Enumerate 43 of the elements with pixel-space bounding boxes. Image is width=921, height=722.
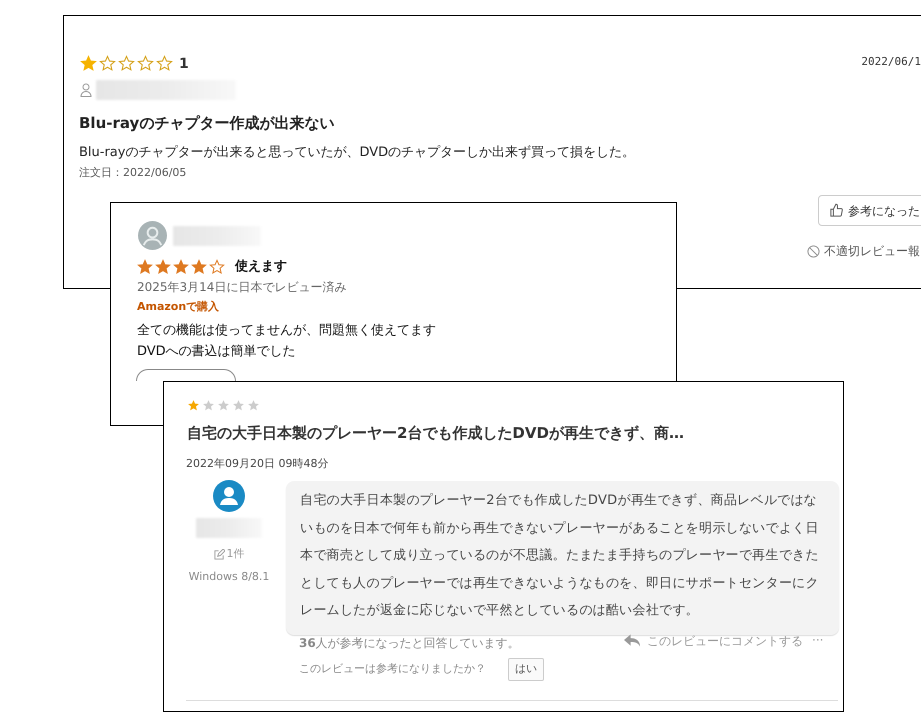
star-icon bbox=[202, 399, 215, 412]
star-icon bbox=[191, 258, 207, 275]
rating-number: 1 bbox=[179, 55, 189, 74]
verified-purchase-label: Amazonで購入 bbox=[137, 299, 220, 315]
order-date: 注文日：2022/06/05 bbox=[79, 165, 186, 181]
os-label: Windows 8/8.1 bbox=[188, 568, 270, 584]
review-body: 自宅の大手日本製のプレーヤー2台でも作成したDVDが再生できず、商品レベルではないものを日本で何年も前から再生できないプレーヤーがあることを明示しないでよく日本で商売として成り立っているのが不思議。たまたま手持ちのプレーヤーで再生できたとしても人のプレーヤーでは再生できないようなものを、即日にサポートセンターにクレームしたが返金に応じないで平然としているのは酷い会社です。 bbox=[286, 481, 839, 634]
review-date: 2022年09月20日 09時48分 bbox=[186, 456, 328, 472]
star-icon bbox=[80, 55, 97, 72]
star-icon bbox=[156, 55, 173, 72]
star-icon bbox=[247, 399, 260, 412]
avatar-icon bbox=[213, 480, 245, 512]
review-title: 使えます bbox=[235, 258, 287, 276]
review-title: Blu-rayのチャプター作成が出来ない bbox=[79, 113, 334, 134]
star-icon bbox=[118, 55, 135, 72]
report-link[interactable]: 不適切レビュー報 bbox=[824, 242, 920, 260]
redacted-name bbox=[196, 518, 262, 538]
star-icon bbox=[209, 258, 225, 275]
thumbs-up-icon bbox=[829, 203, 844, 218]
review-body: Blu-rayのチャプターが出来ると思っていたが、DVDのチャプターしか出来ず買って損をした。 bbox=[79, 144, 636, 162]
review-title: 自宅の大手日本製のプレーヤー2台でも作成したDVDが再生できず、商… bbox=[187, 423, 684, 444]
star-icon bbox=[137, 55, 154, 72]
yes-button[interactable]: はい bbox=[508, 658, 544, 681]
star-icon bbox=[173, 258, 189, 275]
reply-icon bbox=[624, 634, 641, 648]
avatar-icon bbox=[138, 221, 167, 250]
edit-icon bbox=[214, 548, 224, 560]
review-count: 1件 bbox=[226, 546, 244, 562]
helpful-question: このレビューは参考になりましたか？ bbox=[299, 661, 486, 677]
helpful-count: 36人が参考になったと回答しています。 bbox=[299, 635, 520, 652]
star-icon bbox=[232, 399, 245, 412]
prohibited-icon bbox=[807, 244, 820, 258]
star-icon bbox=[217, 399, 230, 412]
review-date: 2025年3月14日に日本でレビュー済み bbox=[137, 279, 346, 296]
star-icon bbox=[187, 399, 200, 412]
star-icon bbox=[99, 55, 116, 72]
review-body: 全ての機能は使ってませんが、問題無く使えてます DVDへの書込は簡単でした bbox=[137, 322, 436, 361]
star-icon bbox=[137, 258, 153, 275]
button-outline[interactable] bbox=[136, 369, 236, 381]
review-date: 2022/06/1 bbox=[861, 54, 921, 70]
star-icon bbox=[155, 258, 171, 275]
user-icon bbox=[80, 83, 92, 97]
helpful-button[interactable]: 参考になった bbox=[818, 195, 921, 226]
